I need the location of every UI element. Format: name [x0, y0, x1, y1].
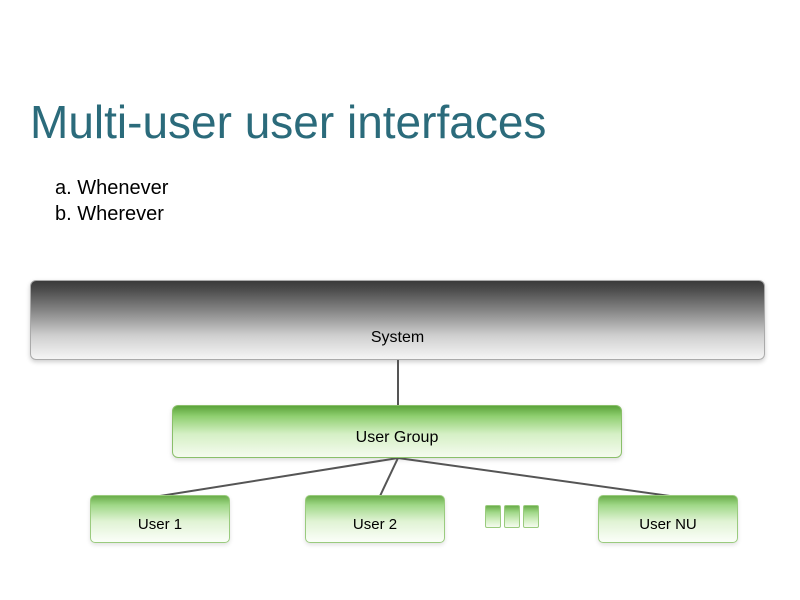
dot-icon — [485, 505, 501, 528]
system-label: System — [371, 329, 424, 347]
connector-system-to-group — [393, 360, 403, 405]
ellipsis-dots — [485, 505, 539, 528]
user-1-label: User 1 — [138, 516, 182, 533]
subtext-line-a: a. Whenever — [55, 175, 168, 201]
slide-title: Multi-user user interfaces — [30, 95, 546, 149]
dot-icon — [504, 505, 520, 528]
user-box-2: User 2 — [305, 495, 445, 543]
user-box-n: User NU — [598, 495, 738, 543]
user-box-1: User 1 — [90, 495, 230, 543]
user-n-label: User NU — [639, 516, 697, 533]
user-2-label: User 2 — [353, 516, 397, 533]
subtext-line-b: b. Wherever — [55, 201, 168, 227]
system-box: System — [30, 280, 765, 360]
dot-icon — [523, 505, 539, 528]
slide-subtext: a. Whenever b. Wherever — [55, 175, 168, 227]
user-group-box: User Group — [172, 405, 622, 458]
connector-group-to-users — [150, 458, 670, 496]
user-group-label: User Group — [356, 429, 439, 447]
